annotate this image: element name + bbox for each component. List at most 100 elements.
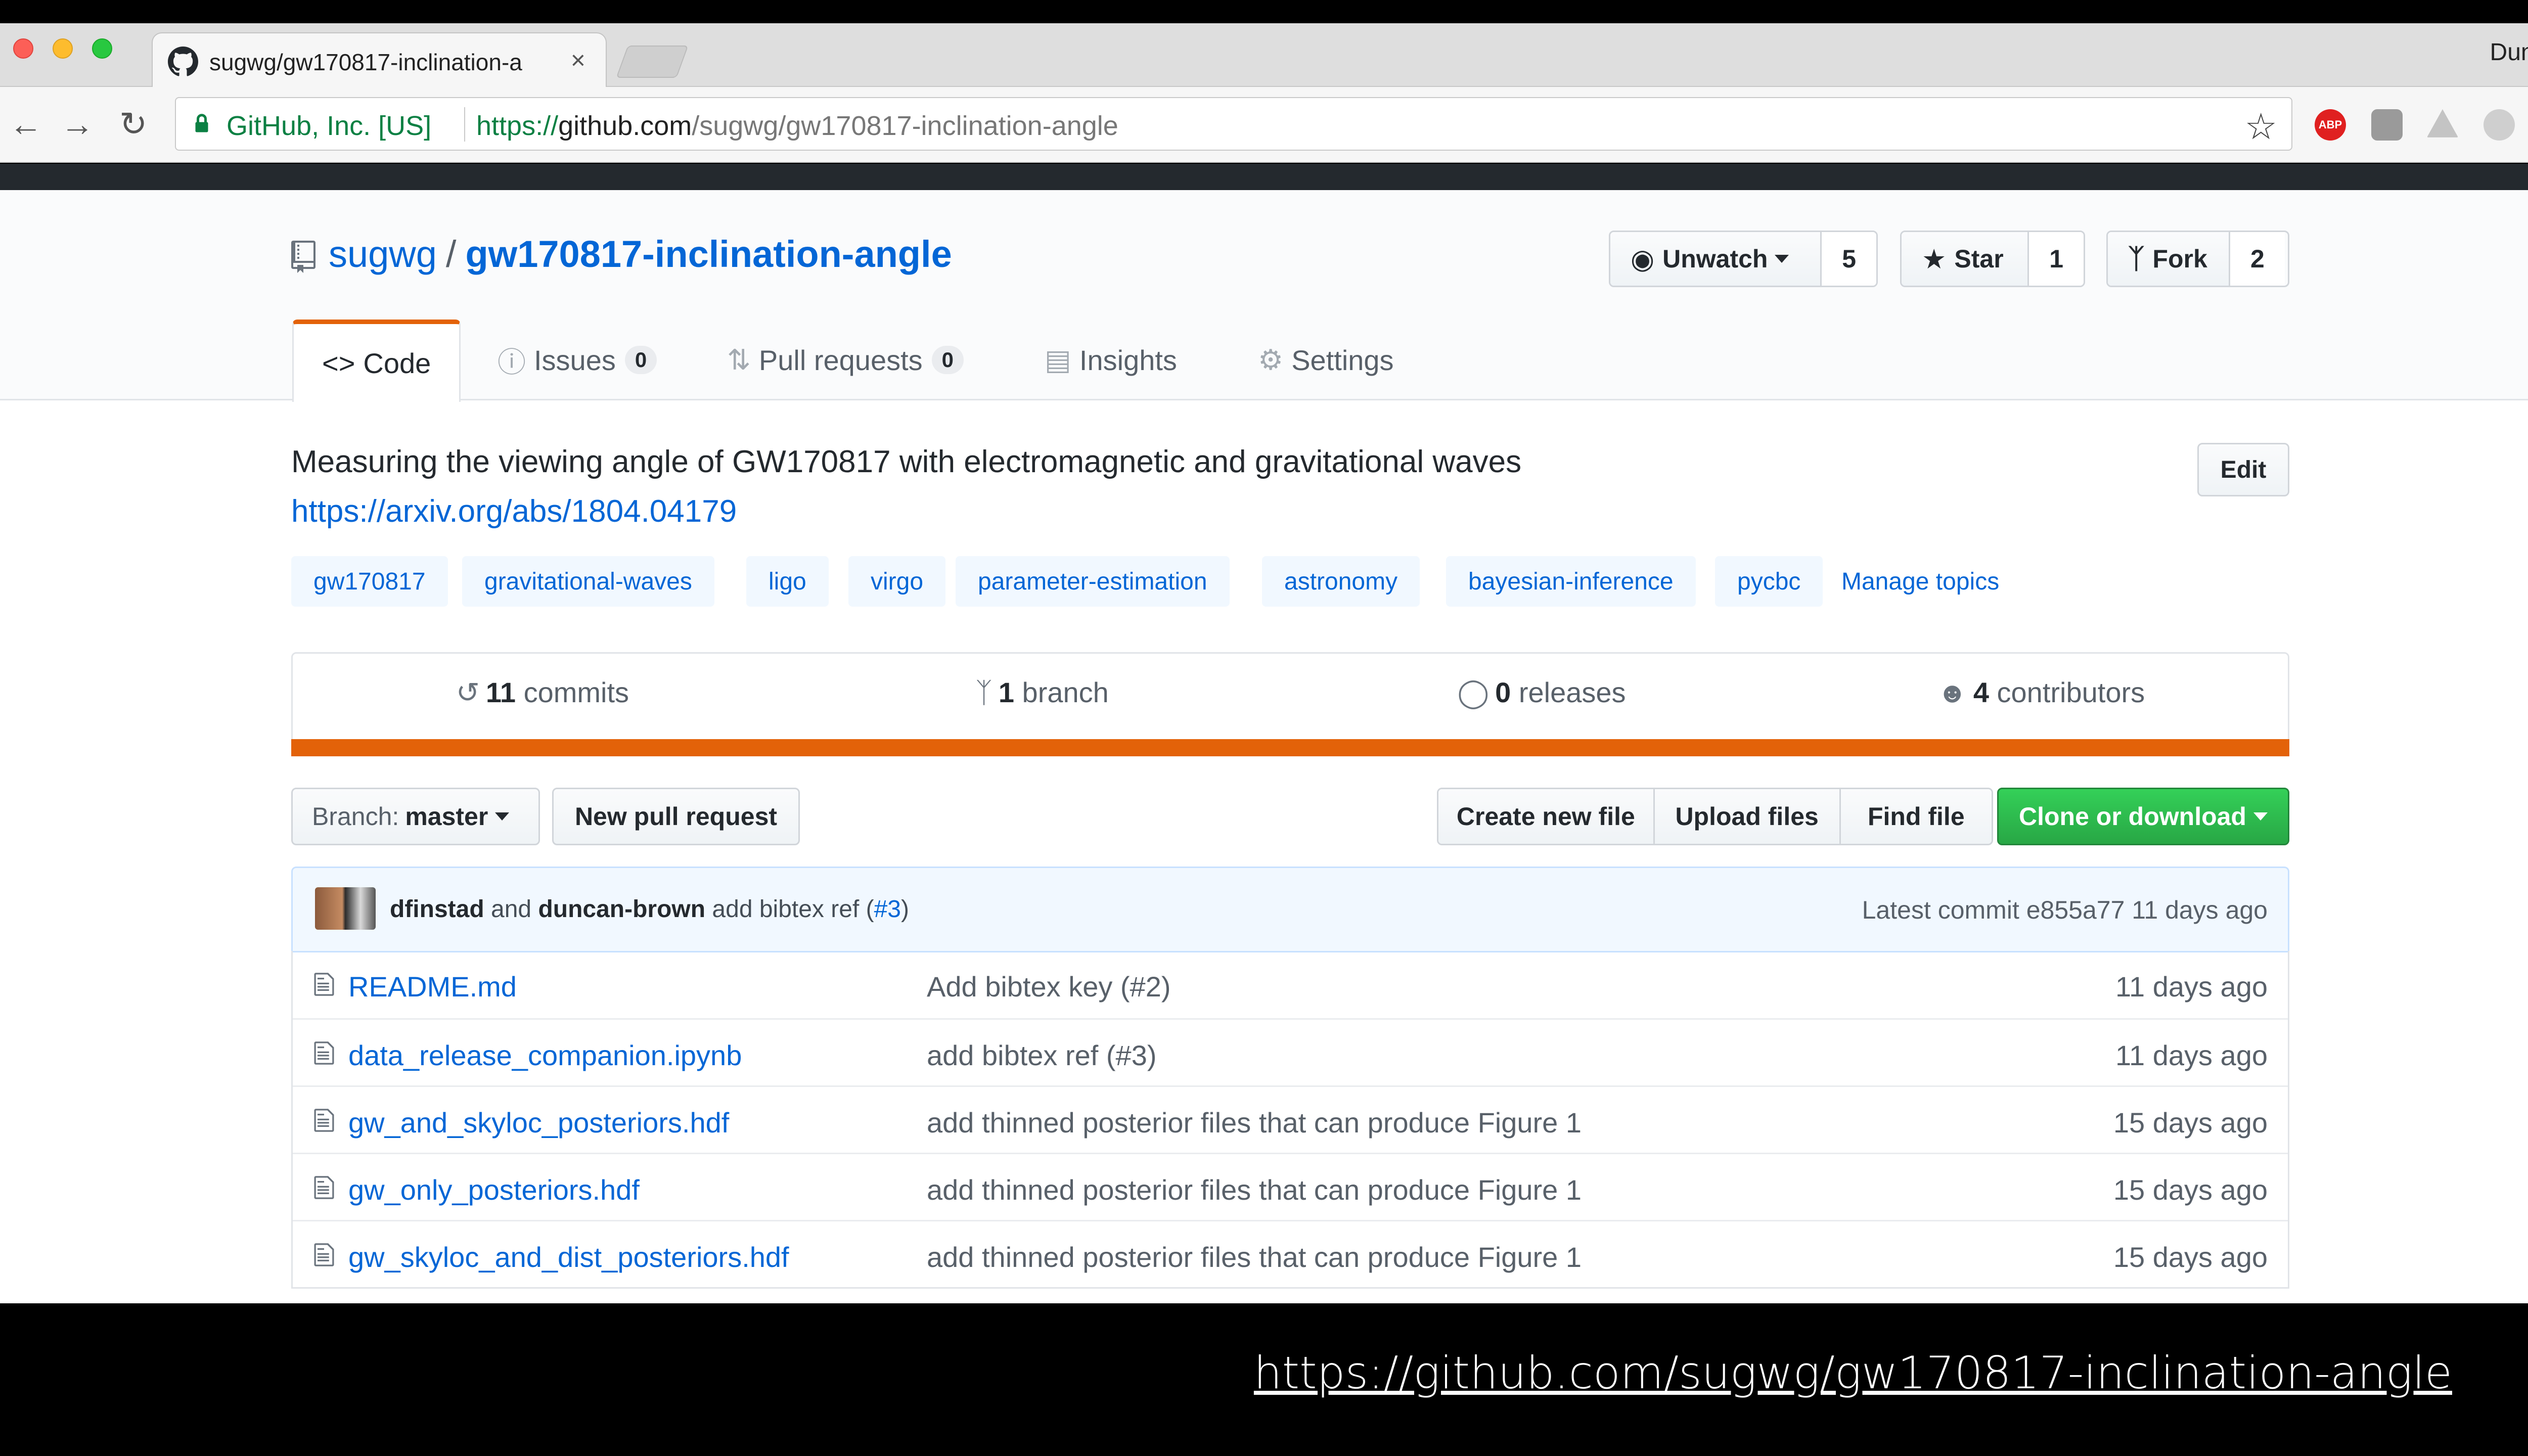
- address-bar[interactable]: GitHub, Inc. [US] https://github.com/sug…: [175, 97, 2292, 151]
- commit-author-link[interactable]: duncan-brown: [538, 896, 705, 923]
- topic-tag[interactable]: parameter-estimation: [956, 556, 1230, 607]
- commit-message-link[interactable]: add bibtex ref (: [712, 896, 874, 923]
- repo-owner-link[interactable]: sugwg: [329, 233, 437, 275]
- forward-arrow-icon[interactable]: →: [61, 107, 94, 141]
- back-arrow-icon[interactable]: ←: [9, 107, 42, 141]
- language-bar[interactable]: [291, 739, 2289, 756]
- tab-settings[interactable]: ⚙ Settings: [1258, 320, 1394, 400]
- github-icon: [168, 47, 198, 76]
- contributors-link[interactable]: ☻ 4 contributors: [1791, 676, 2291, 709]
- repo-homepage-link[interactable]: https://arxiv.org/abs/1804.04179: [291, 493, 737, 529]
- branch-select-button[interactable]: Branch: master: [291, 788, 540, 845]
- tab-code[interactable]: <> Code: [292, 320, 461, 402]
- latest-commit-message: dfinstad and duncan-brown add bibtex ref…: [390, 895, 909, 923]
- star-icon: ★: [1922, 244, 1947, 275]
- table-row: README.md Add bibtex key (#2) 11 days ag…: [293, 951, 2288, 1018]
- watch-button-group: ◉ Unwatch 5: [1609, 231, 1878, 287]
- commits-link[interactable]: ↺ 11 commits: [293, 676, 792, 709]
- manage-topics-link[interactable]: Manage topics: [1841, 556, 1999, 607]
- file-icon: [314, 1243, 334, 1266]
- bookmark-star-icon[interactable]: ☆: [2244, 105, 2277, 148]
- star-button[interactable]: ★ Star: [1902, 232, 2029, 286]
- secure-origin-label: GitHub, Inc. [US]: [227, 111, 432, 141]
- commit-author-link[interactable]: dfinstad: [390, 896, 484, 923]
- branch-icon: ᛉ: [975, 676, 992, 708]
- tab-insights[interactable]: ▤ Insights: [1045, 320, 1177, 400]
- file-name-link[interactable]: README.md: [348, 970, 517, 1003]
- tab-issues-label: Issues: [534, 344, 616, 376]
- tab-pull-requests[interactable]: ⇅ Pull requests 0: [727, 320, 964, 400]
- commit-and: and: [491, 896, 532, 923]
- tab-close-icon[interactable]: ×: [571, 46, 585, 75]
- topic-tag[interactable]: bayesian-inference: [1446, 556, 1696, 607]
- github-header-strip: [0, 164, 2528, 190]
- repo-description: Measuring the viewing angle of GW170817 …: [291, 444, 1522, 479]
- branch-name: master: [405, 802, 488, 831]
- tab-issues[interactable]: ⓘ Issues 0: [498, 320, 657, 400]
- topic-tag[interactable]: pycbc: [1715, 556, 1823, 607]
- edit-description-button[interactable]: Edit: [2197, 443, 2289, 496]
- file-commit-message[interactable]: add bibtex ref (#3): [927, 1039, 1156, 1072]
- file-list: README.md Add bibtex key (#2) 11 days ag…: [291, 951, 2289, 1289]
- stargazers-count[interactable]: 1: [2029, 232, 2084, 286]
- reload-icon[interactable]: ↻: [119, 107, 147, 141]
- branches-link[interactable]: ᛉ1 branch: [792, 676, 1292, 709]
- chevron-down-icon: [495, 812, 510, 821]
- unwatch-button[interactable]: ◉ Unwatch: [1610, 232, 1822, 286]
- file-name-link[interactable]: gw_only_posteriors.hdf: [348, 1173, 640, 1206]
- topic-tag[interactable]: gravitational-waves: [462, 556, 714, 607]
- profile-name[interactable]: Duncan: [2490, 38, 2528, 66]
- browser-tab-active[interactable]: sugwg/gw170817-inclination-a ×: [152, 32, 607, 88]
- file-age: 15 days ago: [2113, 1241, 2268, 1273]
- gear-icon: ⚙: [1258, 344, 1284, 376]
- extension-icon[interactable]: [2371, 109, 2403, 141]
- table-row: gw_and_skyloc_posteriors.hdf add thinned…: [293, 1085, 2288, 1153]
- window-close-button[interactable]: [13, 38, 33, 59]
- new-pull-request-button[interactable]: New pull request: [552, 788, 800, 845]
- file-commit-message[interactable]: Add bibtex key (#2): [927, 970, 1170, 1003]
- latest-commit-meta[interactable]: Latest commit e855a77 11 days ago: [1862, 895, 2268, 925]
- eye-icon: ◉: [1631, 244, 1655, 275]
- avatar[interactable]: [315, 887, 376, 930]
- window-minimize-button[interactable]: [53, 38, 73, 59]
- file-icon: [314, 1041, 334, 1065]
- fork-button[interactable]: ᛉ Fork: [2108, 232, 2230, 286]
- topic-tag[interactable]: ligo: [746, 556, 829, 607]
- clone-or-download-button[interactable]: Clone or download: [1997, 788, 2289, 845]
- slide-caption-link[interactable]: https://github.com/sugwg/gw170817-inclin…: [1254, 1347, 2452, 1399]
- file-commit-message[interactable]: add thinned posterior files that can pro…: [927, 1106, 1582, 1139]
- upload-files-button[interactable]: Upload files: [1654, 789, 1841, 844]
- latest-commit-bar: dfinstad and duncan-brown add bibtex ref…: [291, 867, 2289, 952]
- window-zoom-button[interactable]: [92, 38, 112, 59]
- table-row: data_release_companion.ipynb add bibtex …: [293, 1018, 2288, 1085]
- commit-pr-link[interactable]: #3: [874, 896, 901, 923]
- tag-icon: ◯: [1457, 676, 1489, 708]
- repo-title: sugwg / gw170817-inclination-angle: [329, 233, 952, 276]
- branch-label: branch: [1022, 676, 1109, 708]
- topic-tag[interactable]: astronomy: [1262, 556, 1420, 607]
- file-commit-message[interactable]: add thinned posterior files that can pro…: [927, 1241, 1582, 1273]
- commits-label: commits: [523, 676, 629, 708]
- topic-tag[interactable]: virgo: [848, 556, 946, 607]
- file-name-link[interactable]: gw_and_skyloc_posteriors.hdf: [348, 1106, 729, 1139]
- repo-name-link[interactable]: gw170817-inclination-angle: [465, 233, 952, 275]
- file-icon: [314, 1176, 334, 1199]
- branch-count: 1: [998, 676, 1014, 708]
- repo-icon: [291, 241, 315, 273]
- drive-extension-icon[interactable]: [2427, 109, 2458, 138]
- file-name-link[interactable]: data_release_companion.ipynb: [348, 1039, 742, 1072]
- history-icon: ↺: [456, 676, 480, 708]
- new-tab-button[interactable]: [616, 46, 689, 78]
- file-name-link[interactable]: gw_skyloc_and_dist_posteriors.hdf: [348, 1241, 789, 1273]
- releases-link[interactable]: ◯ 0 releases: [1292, 676, 1791, 709]
- create-new-file-button[interactable]: Create new file: [1438, 789, 1655, 844]
- slide-frame: sugwg/gw170817-inclination-a × Duncan ← …: [0, 0, 2528, 1456]
- adblock-extension-icon[interactable]: ABP: [2315, 109, 2346, 141]
- watchers-count[interactable]: 5: [1822, 232, 1876, 286]
- find-file-button[interactable]: Find file: [1840, 789, 1992, 844]
- file-commit-message[interactable]: add thinned posterior files that can pro…: [927, 1173, 1582, 1206]
- url-text[interactable]: https://github.com/sugwg/gw170817-inclin…: [476, 110, 1118, 142]
- forks-count[interactable]: 2: [2230, 232, 2285, 286]
- topic-tag[interactable]: gw170817: [291, 556, 448, 607]
- extension-icon[interactable]: [2484, 109, 2515, 141]
